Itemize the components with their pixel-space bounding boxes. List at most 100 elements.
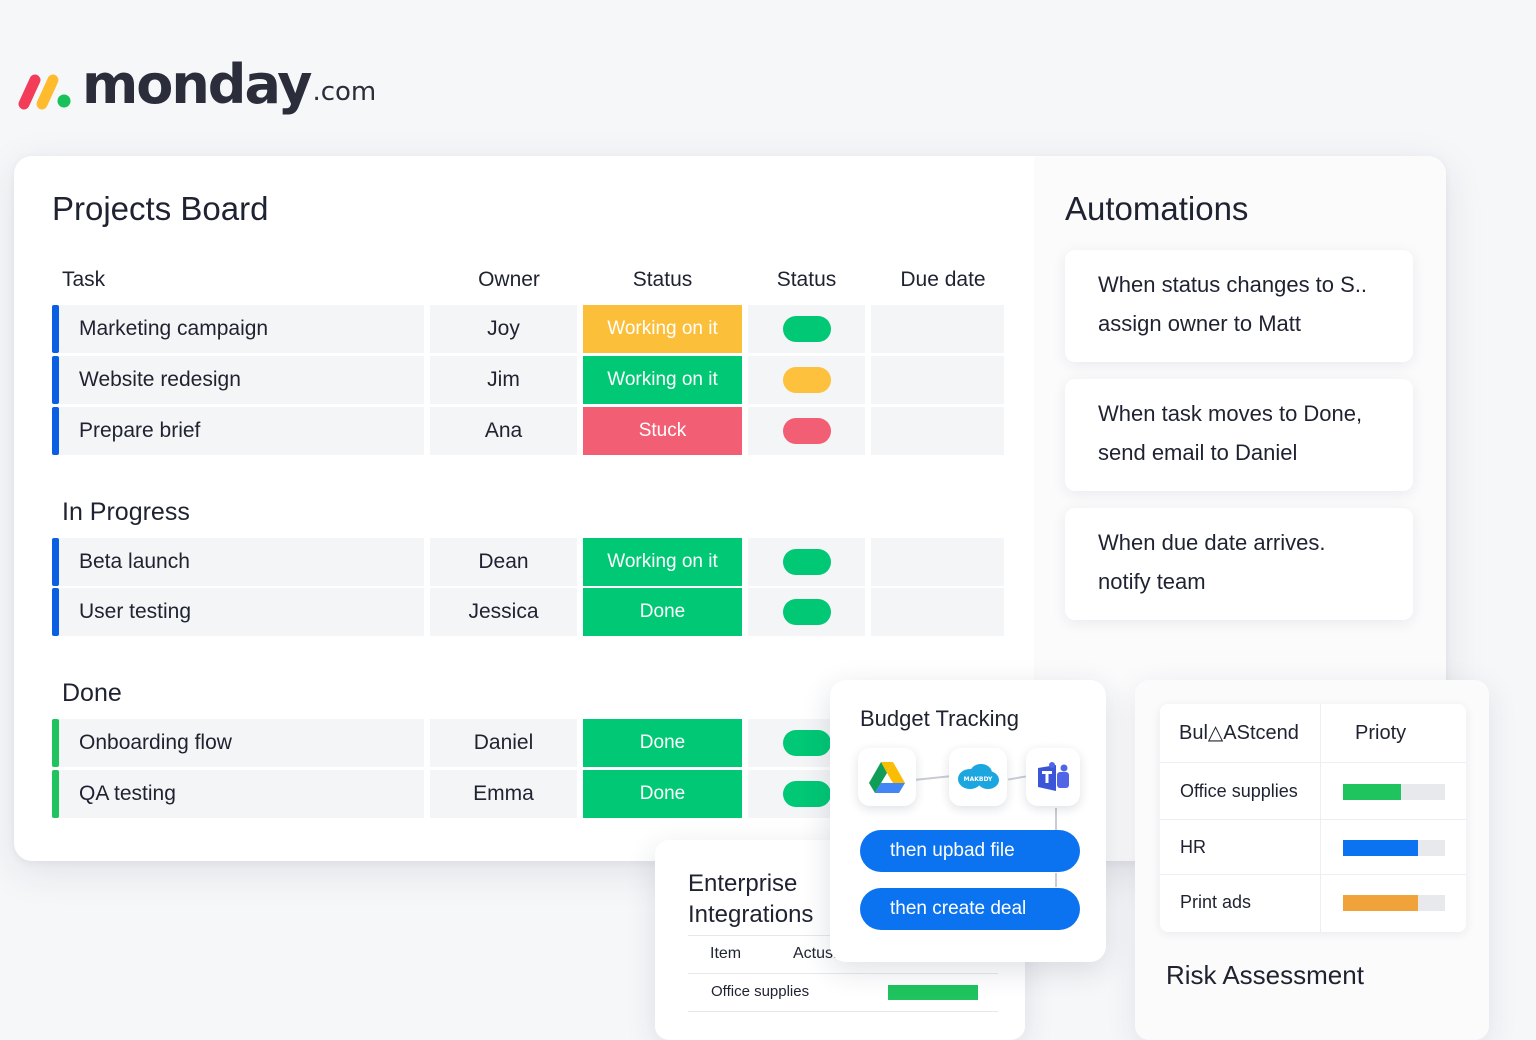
enterprise-row-item: Office supplies — [711, 983, 810, 1000]
column-header-owner[interactable]: Owner — [430, 268, 588, 292]
status-pill-cell[interactable] — [748, 588, 865, 636]
upload-file-action-button[interactable]: then upbad file — [860, 830, 1080, 872]
status-cell[interactable]: Stuck — [583, 407, 742, 455]
group-color-bar — [52, 407, 59, 455]
salesforce-glyph: MAKBDY — [958, 764, 999, 789]
monday-logo-icon — [18, 74, 71, 110]
salesforce-label: MAKBDY — [964, 776, 993, 783]
automation-action: assign owner to Matt — [1098, 311, 1301, 336]
due-date-cell[interactable] — [871, 538, 1004, 586]
table-row[interactable]: Working on it Beta launch Dean — [52, 538, 1004, 586]
group-color-bar — [52, 588, 59, 636]
create-deal-action-button[interactable]: then create deal — [860, 888, 1080, 930]
task-name: Website redesign — [79, 368, 241, 391]
priority-bar-track — [1343, 784, 1445, 800]
due-date-cell[interactable] — [871, 407, 1004, 455]
brand-suffix: .com — [312, 77, 377, 107]
budget-tracking-card: Budget Tracking MAKBDY then upbad file t… — [830, 680, 1106, 962]
automation-card[interactable]: When task moves to Done, send email to D… — [1065, 379, 1413, 491]
task-name: Prepare brief — [79, 419, 201, 442]
status-cell[interactable]: Working on it — [583, 305, 742, 353]
enterprise-header-item[interactable]: Item — [710, 935, 741, 973]
priority-bar-track — [1343, 840, 1445, 856]
task-name: Beta launch — [79, 550, 190, 573]
priority-bar-fill — [1343, 895, 1419, 911]
group-title-done[interactable]: Done — [62, 679, 122, 708]
column-header-due-date[interactable]: Due date — [871, 268, 1015, 292]
status-pill-cell[interactable] — [748, 356, 865, 404]
due-date-cell[interactable] — [871, 356, 1004, 404]
status-pill — [782, 781, 831, 807]
status-pill — [782, 549, 831, 575]
table-divider — [1160, 874, 1466, 875]
automation-trigger: When due date arrives. — [1098, 530, 1326, 555]
connector-line — [1055, 873, 1057, 887]
risk-header-priority[interactable]: Prioty — [1355, 704, 1406, 762]
automation-action: send email to Daniel — [1098, 440, 1298, 465]
risk-row-label: Office supplies — [1180, 781, 1298, 801]
status-cell[interactable]: Done — [583, 719, 742, 767]
connector-line — [915, 775, 951, 781]
task-name: QA testing — [79, 782, 176, 805]
group-color-bar — [52, 770, 59, 818]
google-drive-icon[interactable] — [858, 748, 916, 806]
owner-name: Emma — [473, 782, 534, 805]
due-date-cell[interactable] — [871, 588, 1004, 636]
status-pill — [782, 730, 831, 756]
priority-bar-fill — [1343, 840, 1419, 856]
ms-teams-icon[interactable] — [1026, 748, 1080, 806]
owner-name: Joy — [487, 317, 520, 340]
owner-name: Jessica — [468, 600, 539, 623]
status-cell[interactable]: Done — [583, 588, 742, 636]
table-divider — [1160, 819, 1466, 820]
enterprise-progress-bar — [888, 985, 978, 1000]
ms-teams-glyph — [1038, 762, 1069, 791]
owner-name: Daniel — [473, 731, 534, 754]
column-header-task[interactable]: Task — [62, 268, 105, 292]
status-pill — [782, 418, 831, 444]
group-color-bar — [52, 719, 59, 767]
status-pill-cell[interactable] — [748, 538, 865, 586]
connector-line — [1055, 808, 1057, 830]
column-header-status-2[interactable]: Status — [748, 268, 865, 292]
group-title-in-progress[interactable]: In Progress — [62, 498, 190, 527]
enterprise-title: Enterprise Integrations — [688, 870, 814, 928]
column-header-status[interactable]: Status — [583, 268, 742, 292]
table-row[interactable]: Done User testing Jessica — [52, 588, 1004, 636]
risk-assessment-card: Bul△AStcend Prioty Office supplies HR Pr… — [1135, 680, 1489, 1040]
task-name: User testing — [79, 600, 192, 623]
automation-trigger: When status changes to S.. — [1098, 272, 1368, 297]
automation-action: notify team — [1098, 569, 1206, 594]
table-row[interactable]: Stuck Prepare brief Ana — [52, 407, 1004, 455]
owner-name: Jim — [487, 368, 520, 391]
due-date-cell[interactable] — [871, 305, 1004, 353]
salesforce-icon[interactable]: MAKBDY — [949, 748, 1007, 806]
status-pill-cell[interactable] — [748, 305, 865, 353]
automation-trigger: When task moves to Done, — [1098, 401, 1363, 426]
priority-bar-fill — [1343, 784, 1402, 800]
google-drive-glyph — [869, 762, 905, 793]
risk-assessment-title: Risk Assessment — [1166, 960, 1364, 990]
status-cell[interactable]: Done — [583, 770, 742, 818]
automation-card[interactable]: When due date arrives. notify team — [1065, 508, 1413, 620]
connector-line — [1007, 775, 1027, 781]
risk-header-col1[interactable]: Bul△AStcend — [1179, 704, 1299, 762]
group-color-bar — [52, 356, 59, 404]
status-cell[interactable]: Working on it — [583, 356, 742, 404]
task-name: Onboarding flow — [79, 731, 232, 754]
brand-logo[interactable]: monday .com — [18, 58, 376, 112]
automations-title: Automations — [1065, 190, 1249, 227]
owner-name: Ana — [484, 419, 523, 442]
status-pill — [782, 316, 831, 342]
priority-bar-track — [1343, 895, 1445, 911]
status-pill — [782, 367, 831, 393]
status-pill — [782, 599, 831, 625]
table-row[interactable]: Working on it Marketing campaign Joy — [52, 305, 1004, 353]
automation-card[interactable]: When status changes to S.. assign owner … — [1065, 250, 1413, 362]
board-title: Projects Board — [52, 190, 269, 227]
risk-table: Bul△AStcend Prioty Office supplies HR Pr… — [1160, 704, 1466, 932]
status-cell[interactable]: Working on it — [583, 538, 742, 586]
status-pill-cell[interactable] — [748, 407, 865, 455]
owner-name: Dean — [478, 550, 529, 573]
table-row[interactable]: Working on it Website redesign Jim — [52, 356, 1004, 404]
